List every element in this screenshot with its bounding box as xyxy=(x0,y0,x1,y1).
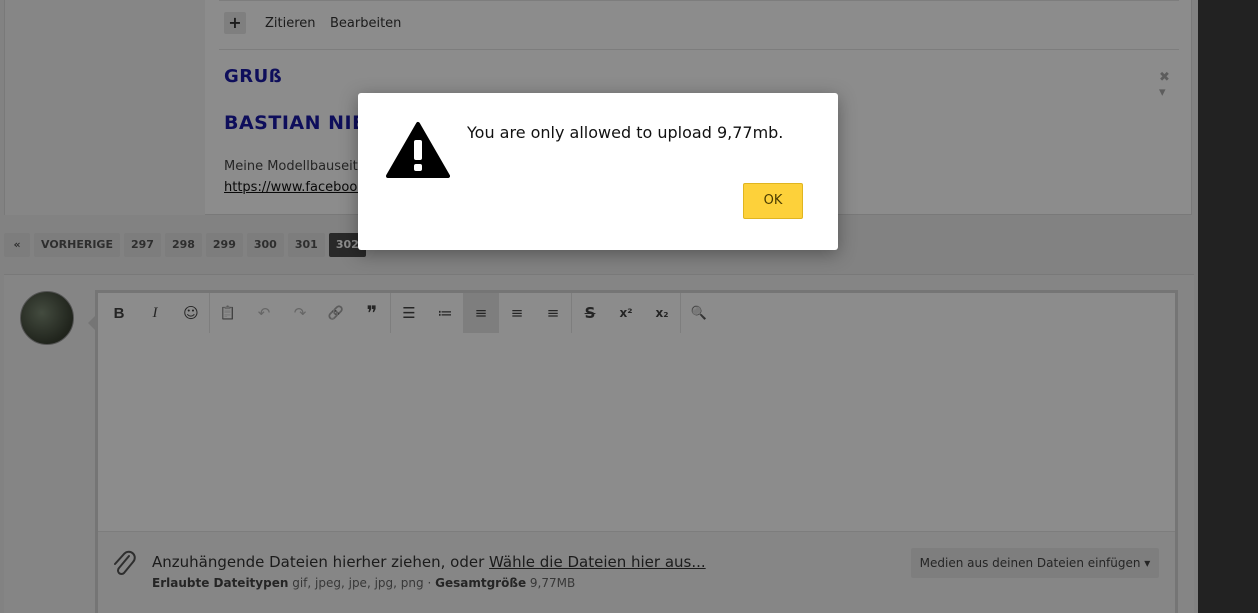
error-dialog: You are only allowed to upload 9,77mb. O… xyxy=(358,93,838,250)
warning-icon xyxy=(386,121,450,179)
modal-overlay[interactable] xyxy=(0,0,1258,613)
ok-button[interactable]: OK xyxy=(743,183,803,219)
dialog-message: You are only allowed to upload 9,77mb. xyxy=(467,123,784,142)
